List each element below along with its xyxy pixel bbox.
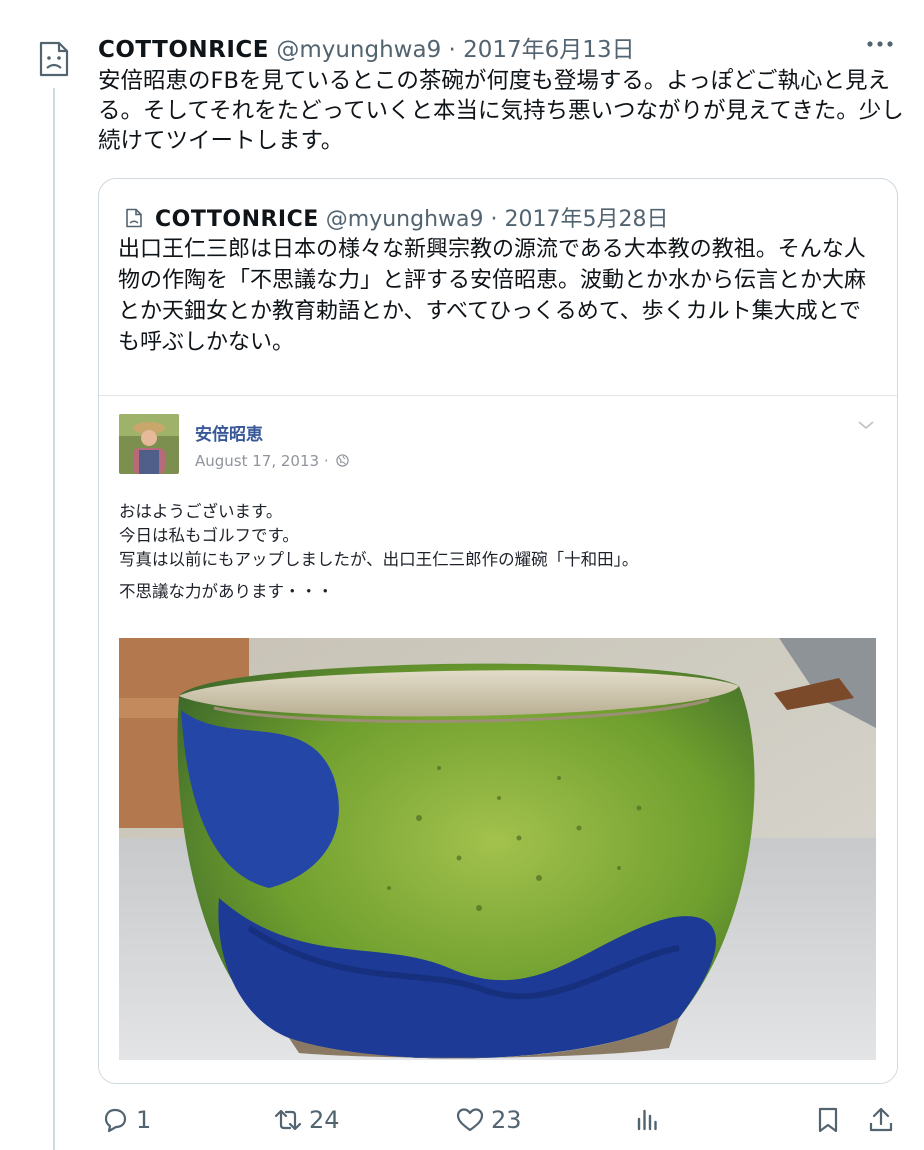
separator-dot: · (448, 37, 456, 63)
bookmark-button[interactable] (813, 1098, 843, 1142)
retweet-count: 24 (309, 1106, 340, 1134)
fb-post-line: 写真は以前にもアップしましたが、出口王仁三郎作の耀碗「十和田」。 (119, 550, 639, 569)
facebook-post-image[interactable]: 安倍昭恵 August 17, 2013 · おはようございます。 今日は私もゴ… (99, 395, 897, 1083)
broken-image-icon[interactable] (37, 40, 71, 78)
quoted-tweet-card[interactable]: COTTONRICE @myunghwa9 · 2017年5月28日 出口王仁三… (98, 178, 898, 1084)
reply-count: 1 (136, 1106, 152, 1134)
author-name[interactable]: COTTONRICE (98, 37, 269, 63)
analytics-icon (637, 1109, 657, 1131)
reply-icon (104, 1108, 127, 1133)
fb-post-date: August 17, 2013 · (195, 452, 350, 470)
tweet-header: COTTONRICE @myunghwa9 · 2017年6月13日 (98, 30, 635, 63)
fb-profile-photo (119, 414, 179, 474)
fb-post-text: おはようございます。 今日は私もゴルフです。 写真は以前にもアップしましたが、出… (119, 500, 879, 604)
chevron-down-icon (858, 421, 874, 430)
fb-post-line: おはようございます。 (119, 502, 283, 521)
separator-dot: · (490, 207, 498, 232)
tweet-text: 安倍昭恵のFBを見ているとこの茶碗が何度も登場する。よっぽどご執心と見える。そし… (98, 68, 904, 154)
views-button[interactable] (632, 1098, 662, 1142)
share-icon (869, 1107, 893, 1132)
broken-image-icon (126, 208, 142, 228)
author-handle[interactable]: @myunghwa9 (276, 37, 441, 63)
fb-post-line: 今日は私もゴルフです。 (119, 526, 299, 545)
retweet-icon (274, 1109, 302, 1131)
fb-date-text: August 17, 2013 · (195, 452, 329, 470)
more-horizontal-icon[interactable] (864, 34, 896, 54)
fb-post-line: 不思議な力があります・・・ (119, 582, 334, 601)
bookmark-icon (818, 1107, 838, 1133)
quoted-tweet-date: 2017年5月28日 (504, 207, 669, 232)
retweet-button[interactable]: 24 (273, 1098, 340, 1142)
fb-author-name: 安倍昭恵 (195, 425, 263, 445)
share-button[interactable] (866, 1098, 896, 1142)
tea-bowl-photo (119, 638, 876, 1060)
quoted-author-handle: @myunghwa9 (325, 207, 484, 232)
like-button[interactable]: 23 (455, 1098, 522, 1142)
thread-line (53, 88, 55, 1150)
tweet-date[interactable]: 2017年6月13日 (463, 37, 634, 63)
heart-icon (456, 1108, 484, 1132)
reply-button[interactable]: 1 (100, 1098, 151, 1142)
globe-icon (336, 454, 350, 467)
quoted-author-name: COTTONRICE (155, 207, 319, 232)
quoted-tweet-header: COTTONRICE @myunghwa9 · 2017年5月28日 (125, 201, 668, 233)
tweet-actions-bar: 1 24 23 (0, 1098, 924, 1142)
quoted-tweet-text: 出口王仁三郎は日本の様々な新興宗教の源流である大本教の教祖。そんな人物の作陶を「… (118, 237, 867, 355)
like-count: 23 (491, 1106, 522, 1134)
